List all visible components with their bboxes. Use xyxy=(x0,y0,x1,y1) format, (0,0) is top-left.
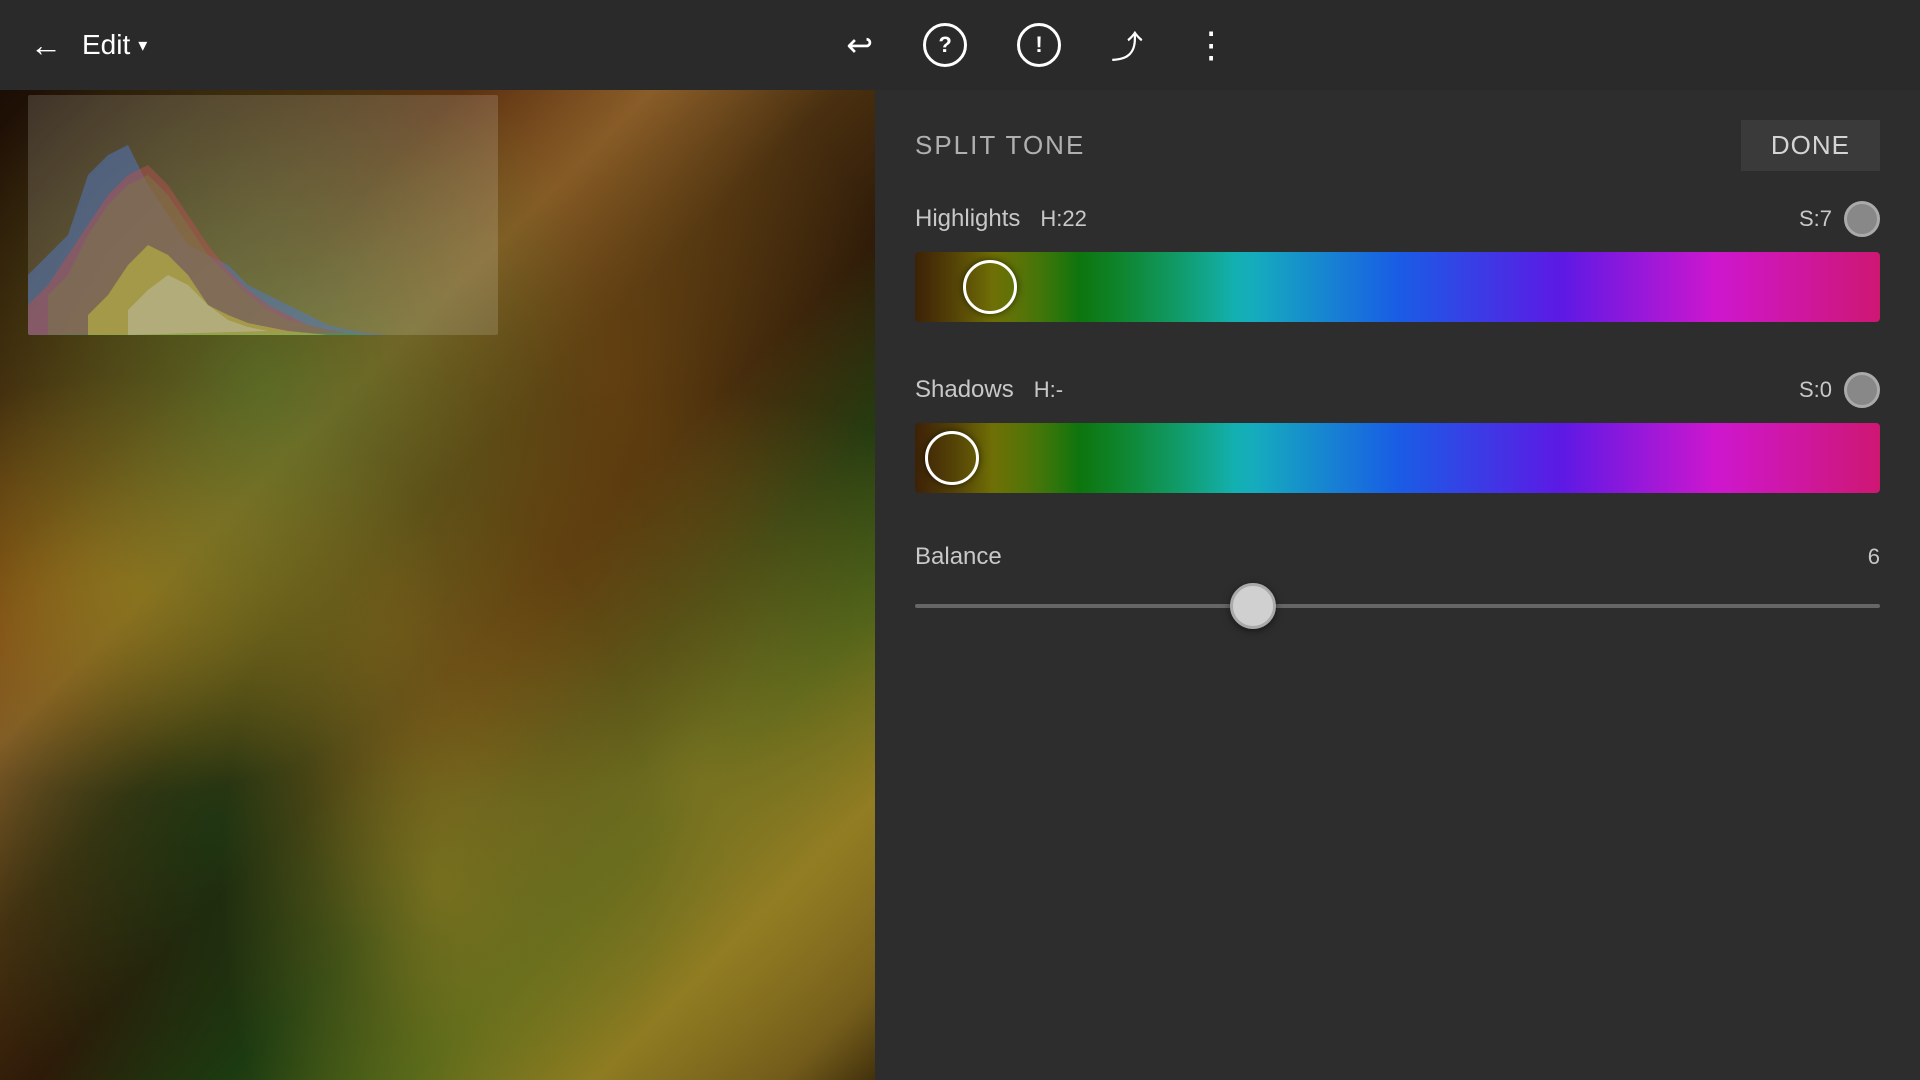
toolbar: ← Edit ▾ ↩ ? ! ⤴ ⋮ xyxy=(0,0,1920,90)
highlights-color-strip-container xyxy=(915,252,1880,342)
edit-menu[interactable]: Edit ▾ xyxy=(82,29,147,61)
balance-header: Balance 6 xyxy=(915,543,1880,571)
highlights-label: Highlights xyxy=(915,205,1020,233)
highlights-color-strip[interactable] xyxy=(915,252,1880,322)
photo-area xyxy=(0,90,875,1080)
panel-title: SPLIT TONE xyxy=(915,130,1085,161)
shadows-color-strip[interactable] xyxy=(915,423,1880,493)
shadows-label: Shadows xyxy=(915,376,1014,404)
highlights-right: S:7 xyxy=(1799,201,1880,237)
balance-slider-track[interactable] xyxy=(915,604,1880,608)
highlights-toggle[interactable] xyxy=(1844,201,1880,237)
balance-slider-thumb[interactable] xyxy=(1230,583,1276,629)
help-button[interactable]: ? xyxy=(923,23,967,67)
highlights-saturation-value: S:7 xyxy=(1799,206,1832,232)
toolbar-center: ↩ ? ! ⤴ ⋮ xyxy=(187,22,1890,68)
shadows-strip-handle[interactable] xyxy=(925,431,979,485)
right-panel: SPLIT TONE DONE Highlights H:22 S:7 Shad… xyxy=(875,90,1920,1080)
balance-label: Balance xyxy=(915,543,1002,571)
edit-label: Edit xyxy=(82,29,130,61)
panel-header: SPLIT TONE DONE xyxy=(915,120,1880,171)
shadows-header: Shadows H:- S:0 xyxy=(915,372,1880,408)
balance-value: 6 xyxy=(1868,544,1880,570)
main-content: SPLIT TONE DONE Highlights H:22 S:7 Shad… xyxy=(0,90,1920,1080)
shadows-hue-value: H:- xyxy=(1034,377,1063,403)
shadows-right: S:0 xyxy=(1799,372,1880,408)
shadows-saturation-value: S:0 xyxy=(1799,377,1832,403)
done-button[interactable]: DONE xyxy=(1741,120,1880,171)
highlights-header: Highlights H:22 S:7 xyxy=(915,201,1880,237)
share-button[interactable]: ⤴ xyxy=(1111,22,1143,68)
balance-slider-container xyxy=(915,586,1880,626)
highlights-hue-value: H:22 xyxy=(1040,206,1086,232)
more-button[interactable]: ⋮ xyxy=(1193,24,1231,66)
histogram xyxy=(28,95,498,335)
chevron-down-icon: ▾ xyxy=(138,35,147,56)
shadows-left: Shadows H:- xyxy=(915,376,1063,404)
highlights-left: Highlights H:22 xyxy=(915,205,1087,233)
highlights-strip-handle[interactable] xyxy=(963,260,1017,314)
balance-section: Balance 6 xyxy=(915,543,1880,626)
undo-button[interactable]: ↩ xyxy=(846,26,873,64)
back-button[interactable]: ← xyxy=(30,27,62,64)
shadows-color-strip-container xyxy=(915,423,1880,513)
shadows-toggle[interactable] xyxy=(1844,372,1880,408)
warning-button[interactable]: ! xyxy=(1017,23,1061,67)
toolbar-left: ← Edit ▾ xyxy=(30,27,147,64)
